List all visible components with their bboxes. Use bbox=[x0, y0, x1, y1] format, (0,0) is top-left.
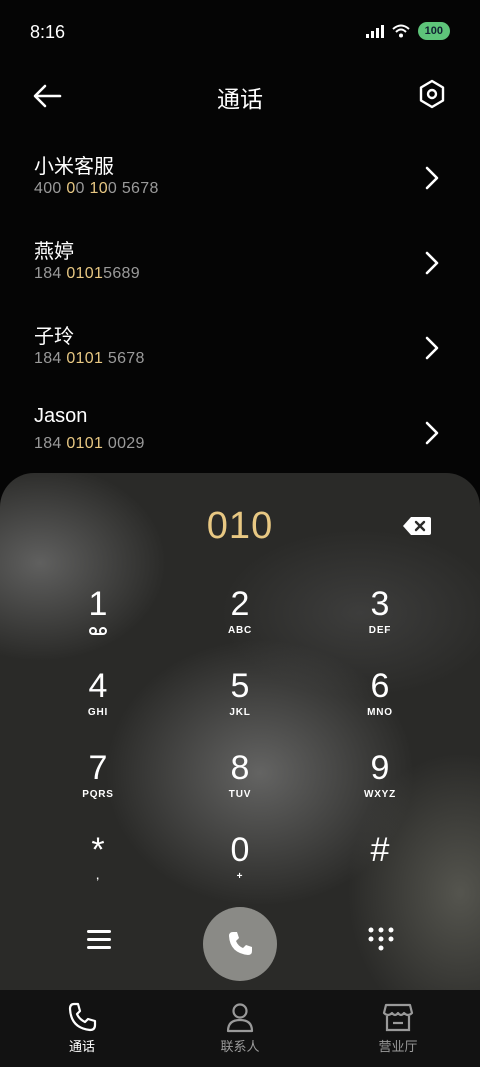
chevron-right-icon[interactable] bbox=[422, 164, 442, 192]
chevron-right-icon[interactable] bbox=[422, 419, 442, 447]
status-time: 8:16 bbox=[30, 22, 66, 42]
backspace-icon[interactable] bbox=[402, 515, 432, 537]
contact-name: 子玲 bbox=[34, 326, 74, 348]
voicemail-icon bbox=[89, 627, 107, 635]
settings-icon[interactable] bbox=[416, 78, 448, 110]
dial-key-9[interactable]: 9 WXYZ bbox=[310, 749, 450, 823]
dial-key-5[interactable]: 5 JKL bbox=[170, 667, 310, 741]
contact-result-row[interactable]: 燕婷 184 01015689 bbox=[0, 225, 480, 310]
phone-icon bbox=[68, 1002, 97, 1032]
battery-indicator: 100 bbox=[417, 22, 450, 40]
dial-key-star[interactable]: *, bbox=[28, 831, 168, 905]
page-title: 通话 bbox=[217, 86, 263, 112]
status-bar: 8:16 100 bbox=[0, 0, 480, 68]
menu-icon[interactable] bbox=[82, 925, 116, 955]
keypad-icon[interactable] bbox=[366, 925, 396, 955]
chevron-right-icon[interactable] bbox=[422, 249, 442, 277]
status-icons: 100 bbox=[365, 22, 450, 40]
dial-key-0[interactable]: 0 + bbox=[170, 831, 310, 905]
tab-label: 通话 bbox=[68, 1039, 95, 1054]
contact-number: 184 0101 5678 bbox=[34, 350, 145, 367]
contact-number: 184 01015689 bbox=[34, 265, 140, 282]
wifi-icon bbox=[391, 24, 410, 38]
call-button[interactable] bbox=[203, 907, 277, 981]
dial-key-hash[interactable]: # bbox=[310, 831, 450, 905]
dial-key-6[interactable]: 6 MNO bbox=[310, 667, 450, 741]
tab-label: 联系人 bbox=[220, 1039, 260, 1054]
contact-number: 400 00 100 5678 bbox=[34, 180, 159, 197]
contact-result-row[interactable]: 小米客服 400 00 100 5678 bbox=[0, 140, 480, 225]
contact-name: 小米客服 bbox=[34, 156, 114, 178]
contact-result-row[interactable]: 子玲 184 0101 5678 bbox=[0, 310, 480, 395]
phone-icon bbox=[229, 932, 252, 955]
tab-contacts[interactable]: 联系人 bbox=[180, 1000, 300, 1055]
contact-results-list: 小米客服 400 00 100 5678 燕婷 184 01015689 子玲 … bbox=[0, 140, 480, 480]
store-icon bbox=[382, 1003, 414, 1032]
dial-key-3[interactable]: 3 DEF bbox=[310, 585, 450, 659]
person-icon bbox=[226, 1003, 254, 1033]
contact-result-row[interactable]: Jason 184 0101 0029 bbox=[0, 395, 480, 480]
tab-label: 营业厅 bbox=[378, 1039, 418, 1054]
header: 通话 bbox=[0, 68, 480, 124]
contact-name: 燕婷 bbox=[34, 241, 74, 263]
dial-key-1[interactable]: 1 bbox=[28, 585, 168, 659]
dial-key-4[interactable]: 4 GHI bbox=[28, 667, 168, 741]
dial-key-8[interactable]: 8 TUV bbox=[170, 749, 310, 823]
contact-name: Jason bbox=[34, 405, 88, 427]
dial-key-7[interactable]: 7 PQRS bbox=[28, 749, 168, 823]
tab-calls[interactable]: 通话 bbox=[22, 1000, 142, 1055]
dial-key-2[interactable]: 2 ABC bbox=[170, 585, 310, 659]
contact-number: 184 0101 0029 bbox=[34, 435, 145, 452]
dialpad-panel: 010 1 2 ABC 3 DEF 4 GHI 5 JKL 6 MNO 7 PQRS 8 TU… bbox=[0, 473, 480, 993]
chevron-right-icon[interactable] bbox=[422, 334, 442, 362]
bottom-tab-bar: 通话 联系人 营业厅 bbox=[0, 990, 480, 1067]
tab-service-hall[interactable]: 营业厅 bbox=[338, 1000, 458, 1055]
signal-icon bbox=[365, 25, 384, 38]
